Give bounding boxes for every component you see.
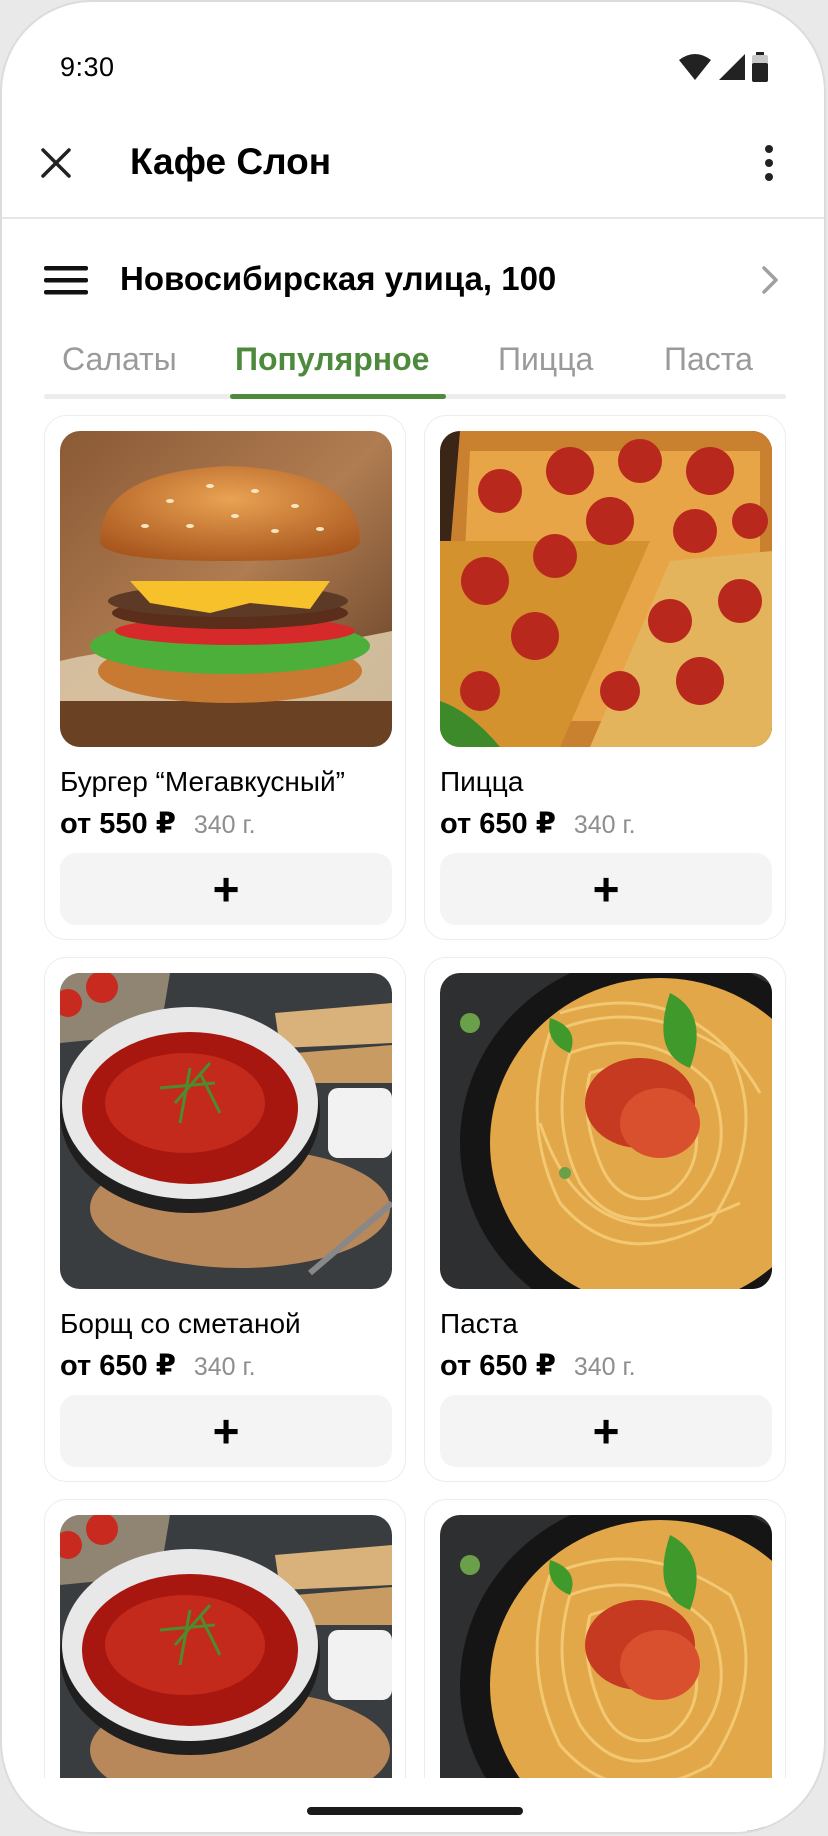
product-card-burger[interactable]: Бургер “Мегавкусный” от 550 ₽ 340 г. + — [44, 415, 406, 940]
home-indicator[interactable] — [307, 1807, 523, 1815]
product-name: Пицца — [440, 766, 524, 797]
address-chevron-button[interactable] — [758, 262, 782, 298]
pasta-image — [440, 973, 772, 1289]
pizza-image — [440, 431, 772, 747]
menu-button[interactable] — [42, 260, 90, 300]
product-price: от 550 ₽ — [60, 808, 176, 840]
plus-icon: + — [592, 1405, 620, 1457]
status-bar: 9:30 — [2, 2, 824, 112]
add-to-cart-button[interactable]: + — [60, 1395, 392, 1467]
more-options-button[interactable] — [754, 139, 784, 187]
product-weight: 340 г. — [573, 1353, 636, 1381]
tab-salads[interactable]: Салаты — [62, 341, 177, 378]
add-to-cart-button[interactable]: + — [440, 1395, 772, 1467]
status-icons — [678, 52, 768, 82]
tab-popular[interactable]: Популярное — [235, 341, 429, 378]
chevron-right-icon — [762, 266, 778, 294]
app-title: Кафе Слон — [130, 141, 332, 182]
tab-pizza[interactable]: Пицца — [498, 341, 593, 378]
product-price: от 650 ₽ — [440, 808, 556, 840]
wifi-icon — [679, 54, 711, 80]
tab-pasta[interactable]: Паста — [664, 341, 753, 378]
bottom-safe-area — [2, 1778, 824, 1832]
borscht-image — [60, 973, 392, 1289]
burger-image — [60, 431, 392, 747]
active-tab-indicator — [230, 394, 446, 399]
address-text: Новосибирская улица, 100 — [120, 260, 557, 297]
product-weight: 340 г. — [193, 1353, 256, 1381]
product-price-row: от 650 ₽ 340 г. — [60, 1348, 256, 1383]
plus-icon: + — [212, 863, 240, 915]
signal-icon — [719, 54, 745, 80]
hamburger-menu-icon — [44, 266, 88, 295]
address-row[interactable]: Новосибирская улица, 100 — [2, 252, 824, 308]
close-button[interactable] — [32, 139, 80, 187]
app-bar: Кафе Слон — [2, 112, 824, 219]
close-icon — [41, 148, 71, 178]
add-to-cart-button[interactable]: + — [440, 853, 772, 925]
product-price-row: от 650 ₽ 340 г. — [440, 806, 636, 841]
plus-icon: + — [212, 1405, 240, 1457]
plus-icon: + — [592, 863, 620, 915]
phone-screen: 9:30 Кафе Слон Новосибирская улица, 100 … — [0, 0, 826, 1834]
add-to-cart-button[interactable]: + — [60, 853, 392, 925]
product-name: Бургер “Мегавкусный” — [60, 766, 345, 797]
status-time: 9:30 — [60, 52, 115, 82]
product-card-pizza[interactable]: Пицца от 650 ₽ 340 г. + — [424, 415, 786, 940]
product-weight: 340 г. — [573, 811, 636, 839]
product-price-row: от 550 ₽ 340 г. — [60, 806, 256, 841]
category-tabs: Салаты Популярное Пицца Паста — [44, 335, 786, 399]
product-price: от 650 ₽ — [440, 1350, 556, 1382]
product-weight: 340 г. — [193, 811, 256, 839]
more-vertical-icon — [765, 145, 773, 181]
product-card-pasta[interactable]: Паста от 650 ₽ 340 г. + — [424, 957, 786, 1482]
product-price: от 650 ₽ — [60, 1350, 176, 1382]
product-name: Паста — [440, 1308, 518, 1339]
product-card-borscht[interactable]: Борщ со сметаной от 650 ₽ 340 г. + — [44, 957, 406, 1482]
product-name: Борщ со сметаной — [60, 1308, 301, 1339]
product-price-row: от 650 ₽ 340 г. — [440, 1348, 636, 1383]
battery-icon — [752, 52, 768, 82]
